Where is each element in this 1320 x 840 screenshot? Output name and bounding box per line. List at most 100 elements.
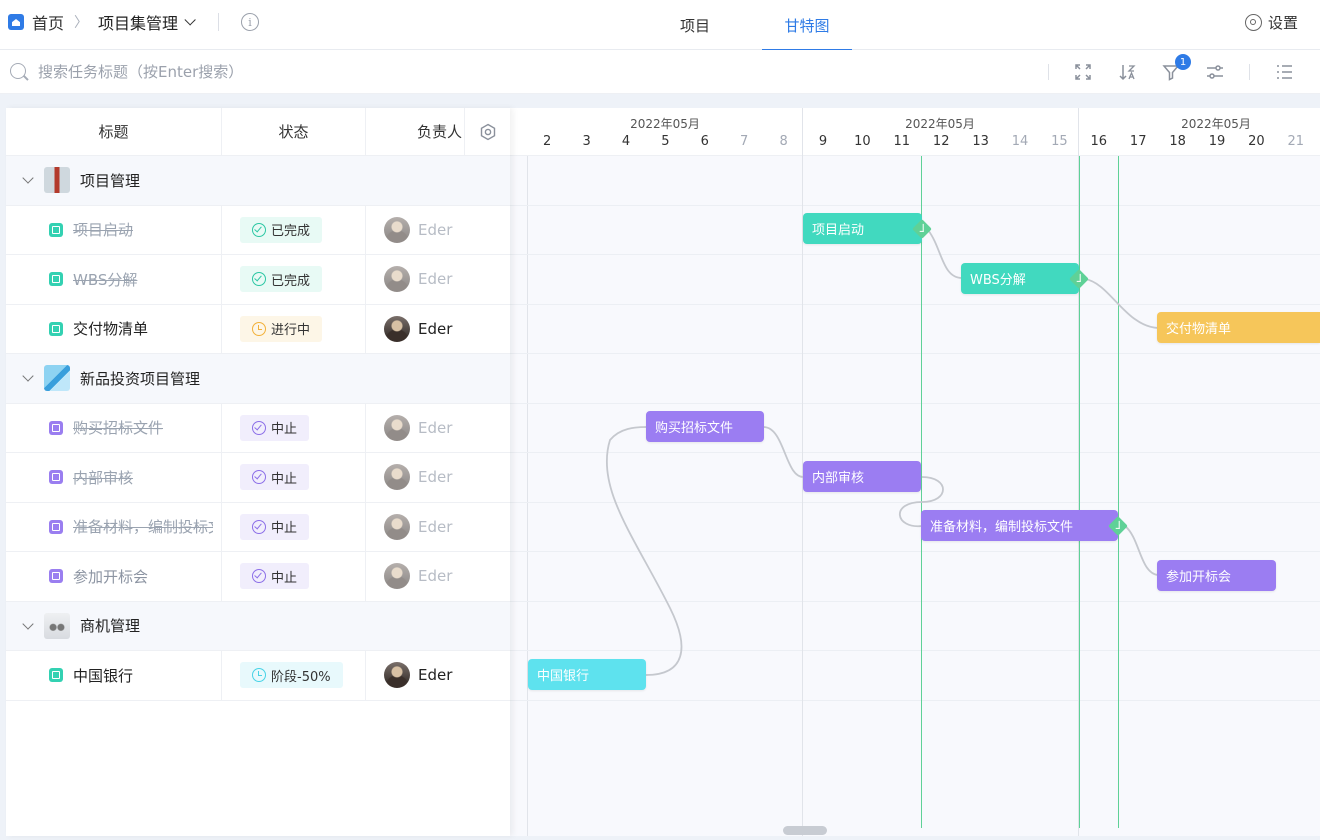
task-title[interactable]: WBS分解 (73, 269, 213, 290)
task-icon (49, 519, 63, 534)
group-row[interactable]: 商机管理 (6, 601, 510, 651)
group-title: 项目管理 (80, 171, 141, 190)
owner-name: Eder (418, 319, 453, 338)
owner-name: Eder (418, 418, 453, 437)
gear-icon (480, 123, 495, 140)
clock-icon (252, 668, 266, 683)
column-header-title[interactable]: 标题 (6, 108, 222, 155)
task-icon (49, 420, 63, 435)
gantt-bar[interactable]: WBS分解 (961, 263, 1079, 294)
status-badge[interactable]: 已完成 (240, 266, 323, 293)
gantt-bar[interactable]: 准备材料，编制投标文件 (921, 510, 1118, 541)
table-row[interactable]: 购买招标文件 中止 Eder (6, 403, 510, 453)
top-bar: 首页 〉 项目集管理 i 项目 甘特图 设置 (0, 0, 1320, 51)
check-circle-icon (252, 569, 266, 584)
avatar (384, 414, 410, 441)
chevron-down-icon[interactable] (22, 172, 34, 184)
column-header-owner[interactable]: 负责人 (366, 108, 464, 155)
task-icon (49, 470, 63, 485)
avatar (384, 266, 410, 293)
table-row[interactable]: 参加开标会 中止 Eder (6, 552, 510, 602)
gantt-bar[interactable]: 内部审核 (803, 461, 921, 492)
fullscreen-icon[interactable] (1071, 60, 1095, 84)
chevron-down-icon[interactable] (184, 14, 196, 26)
group-thumbnail (44, 612, 70, 639)
task-table: 标题 状态 负责人 项目管理 项目启动 已完成 Eder WBS分解 已完成 E… (6, 108, 510, 836)
tab-project[interactable]: 项目 (660, 0, 730, 50)
toolbar: 1 (1036, 54, 1306, 84)
sort-icon[interactable] (1115, 60, 1139, 84)
owner-name: Eder (418, 220, 453, 239)
settings-label: 设置 (1267, 13, 1298, 32)
check-circle-icon (252, 470, 266, 485)
clock-icon (252, 321, 266, 336)
gantt-bar[interactable]: 交付物清单 (1157, 312, 1320, 343)
group-title: 新品投资项目管理 (80, 369, 201, 388)
column-settings-button[interactable] (464, 108, 510, 155)
info-icon[interactable]: i (241, 13, 260, 31)
column-header-status[interactable]: 状态 (222, 108, 366, 155)
settings-button[interactable]: 设置 (1244, 0, 1298, 44)
home-icon[interactable] (8, 14, 24, 30)
avatar (384, 513, 410, 540)
task-icon (49, 272, 63, 287)
avatar (384, 662, 410, 689)
owner-name: Eder (418, 517, 453, 536)
group-title: 商机管理 (80, 617, 141, 636)
check-circle-icon (252, 420, 266, 435)
breadcrumb-current[interactable]: 项目集管理 (98, 10, 178, 34)
gantt-chart: 2022年05月 2022年05月 2022年05月 2 3 4 5 6 7 8 9 10 11 1… (510, 108, 1320, 836)
task-title[interactable]: 准备材料，编制投标文件 (73, 516, 213, 537)
owner-name: Eder (418, 468, 453, 487)
horizontal-scrollbar[interactable] (783, 826, 827, 835)
group-row[interactable]: 新品投资项目管理 (6, 354, 510, 404)
group-row[interactable]: 项目管理 (6, 156, 510, 206)
task-title[interactable]: 内部审核 (73, 467, 213, 488)
chevron-down-icon[interactable] (22, 370, 34, 382)
group-thumbnail (44, 167, 70, 194)
divider (1249, 64, 1250, 80)
gantt-bar[interactable]: 项目启动 (803, 213, 922, 244)
adjust-icon[interactable] (1203, 60, 1227, 84)
task-title[interactable]: 项目启动 (73, 219, 213, 240)
filter-icon[interactable]: 1 (1159, 54, 1191, 84)
table-row[interactable]: 内部审核 中止 Eder (6, 453, 510, 503)
status-badge[interactable]: 中止 (240, 563, 310, 590)
avatar (384, 315, 410, 342)
task-title[interactable]: 购买招标文件 (73, 417, 213, 438)
gantt-bar[interactable]: 参加开标会 (1157, 560, 1276, 591)
task-icon (49, 222, 63, 237)
divider (1048, 64, 1049, 80)
check-circle-icon (252, 272, 266, 287)
table-row[interactable]: 交付物清单 进行中 Eder (6, 304, 510, 354)
status-badge[interactable]: 已完成 (240, 216, 323, 243)
task-icon (49, 668, 63, 683)
status-badge[interactable]: 中止 (240, 464, 310, 491)
chevron-right-icon: 〉 (74, 15, 89, 31)
task-icon (49, 569, 63, 584)
status-badge[interactable]: 进行中 (240, 315, 323, 342)
avatar (384, 464, 410, 491)
table-header: 标题 状态 负责人 (6, 108, 510, 156)
table-row[interactable]: WBS分解 已完成 Eder (6, 255, 510, 305)
status-badge[interactable]: 中止 (240, 513, 310, 540)
gantt-bar[interactable]: 购买招标文件 (646, 411, 764, 442)
task-title[interactable]: 中国银行 (73, 665, 213, 686)
list-icon[interactable] (1272, 60, 1296, 84)
status-badge[interactable]: 中止 (240, 414, 310, 441)
task-icon (49, 321, 63, 336)
breadcrumb-home[interactable]: 首页 (32, 10, 64, 34)
table-row[interactable]: 中国银行 阶段-50% Eder (6, 651, 510, 701)
task-title[interactable]: 交付物清单 (73, 318, 213, 339)
search-icon (10, 63, 26, 79)
chevron-down-icon[interactable] (22, 618, 34, 630)
status-badge[interactable]: 阶段-50% (240, 662, 343, 689)
check-circle-icon (252, 222, 266, 237)
task-title[interactable]: 参加开标会 (73, 566, 213, 587)
search-input[interactable] (38, 60, 638, 84)
view-tabs: 项目 甘特图 (660, 0, 852, 51)
tab-gantt[interactable]: 甘特图 (762, 0, 852, 51)
gantt-bar[interactable]: 中国银行 (528, 659, 646, 690)
table-row[interactable]: 准备材料，编制投标文件 中止 Eder (6, 502, 510, 552)
table-row[interactable]: 项目启动 已完成 Eder (6, 205, 510, 255)
